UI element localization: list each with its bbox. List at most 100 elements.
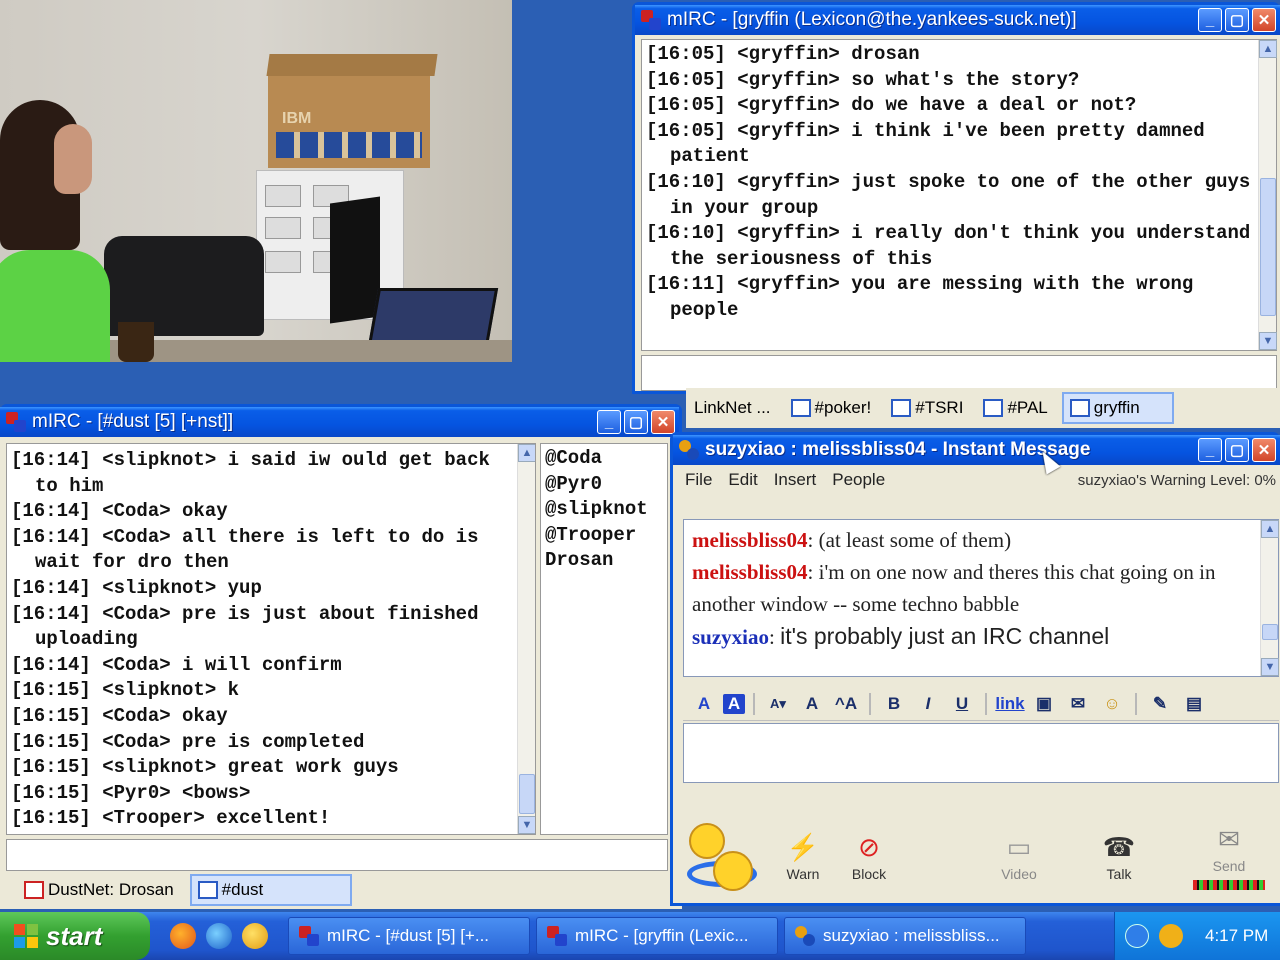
- video-button[interactable]: ▭ Video: [989, 830, 1049, 883]
- channel-icon: [197, 881, 218, 899]
- send-button[interactable]: ✉ Send: [1193, 822, 1265, 890]
- switch-dustnet[interactable]: DustNet: Drosan: [18, 874, 180, 906]
- mirc-switchbar: LinkNet ... #poker! #TSRI #PAL gryffin: [686, 388, 1280, 428]
- scroll-down-icon[interactable]: ▼: [1261, 658, 1279, 676]
- switch-pal[interactable]: #PAL: [977, 392, 1053, 424]
- title-bar[interactable]: suzyxiao : melissbliss04 - Instant Messa…: [673, 435, 1280, 465]
- menu-edit[interactable]: Edit: [728, 470, 757, 490]
- mail-icon[interactable]: ✉: [1063, 690, 1093, 718]
- smiley-icon[interactable]: ☺: [1097, 690, 1127, 718]
- nick-list[interactable]: @Coda @Pyr0 @slipknot @Trooper Drosan: [540, 443, 668, 835]
- picture-icon[interactable]: ▣: [1029, 690, 1059, 718]
- chat-line: [16:15] <slipknot> k: [11, 679, 240, 702]
- video-monitor: [330, 196, 380, 324]
- bookmark-icon[interactable]: ✎: [1145, 690, 1175, 718]
- scroll-thumb[interactable]: [519, 774, 535, 814]
- chat-line: [16:14] <Coda> okay: [11, 500, 228, 523]
- decrease-font-button[interactable]: A▾: [763, 690, 793, 718]
- chat-line: [16:05] <gryffin> do we have a deal or n…: [646, 94, 1137, 117]
- mirc-icon: [641, 10, 661, 30]
- mirc-dust-window[interactable]: mIRC - [#dust [5] [+nst]] _ ▢ ✕ [16:14] …: [0, 404, 682, 909]
- nick-item[interactable]: Drosan: [545, 548, 663, 574]
- scroll-up-icon[interactable]: ▲: [1259, 40, 1277, 58]
- maximize-button[interactable]: ▢: [1225, 8, 1249, 32]
- mirc-icon: [299, 926, 319, 946]
- close-button[interactable]: ✕: [1252, 8, 1276, 32]
- aim-tray-icon[interactable]: [1159, 924, 1183, 948]
- window-title: suzyxiao : melissbliss04 - Instant Messa…: [705, 439, 1091, 460]
- message-sender: melissbliss04: [692, 560, 808, 584]
- underline-button[interactable]: U: [947, 690, 977, 718]
- chat-line: [16:15] <Trooper> excellent!: [11, 807, 331, 830]
- nick-item[interactable]: @Pyr0: [545, 472, 663, 498]
- scroll-down-icon[interactable]: ▼: [518, 816, 535, 834]
- menu-file[interactable]: File: [685, 470, 712, 490]
- switch-tsri[interactable]: #TSRI: [885, 392, 969, 424]
- tray-collapse-icon[interactable]: [1125, 924, 1149, 948]
- scroll-up-icon[interactable]: ▲: [518, 444, 535, 462]
- minimize-button[interactable]: _: [597, 410, 621, 434]
- switch-gryffin[interactable]: gryffin: [1061, 392, 1174, 424]
- internet-explorer-icon[interactable]: [206, 923, 232, 949]
- send-envelope-icon: ✉: [1218, 823, 1240, 854]
- taskbar-item-mirc-dust[interactable]: mIRC - [#dust [5] [+...: [288, 917, 530, 955]
- action-bar: ⚡ Warn ⊘ Block ▭ Video ☎ Talk ✉ Send: [683, 813, 1279, 899]
- title-bar[interactable]: mIRC - [gryffin (Lexicon@the.yankees-suc…: [635, 5, 1280, 35]
- switch-linknet[interactable]: LinkNet ...: [688, 392, 777, 424]
- channel-icon: [983, 399, 1004, 417]
- close-button[interactable]: ✕: [651, 410, 675, 434]
- nick-item[interactable]: @Trooper: [545, 523, 663, 549]
- chat-log[interactable]: [16:14] <slipknot> i said iw ould get ba…: [6, 443, 536, 835]
- im-window[interactable]: suzyxiao : melissbliss04 - Instant Messa…: [670, 432, 1280, 906]
- italic-button[interactable]: I: [913, 690, 943, 718]
- chat-line: [16:05] <gryffin> so what's the story?: [646, 68, 1080, 91]
- firefox-icon[interactable]: [170, 923, 196, 949]
- nick-item[interactable]: @slipknot: [545, 497, 663, 523]
- chat-line: [16:15] <Coda> okay: [11, 704, 228, 727]
- chat-input[interactable]: [641, 355, 1277, 391]
- conversation-log[interactable]: melissbliss04: (at least some of them) m…: [683, 519, 1279, 677]
- message-sender: melissbliss04: [692, 528, 808, 552]
- channel-icon: [790, 399, 811, 417]
- messenger-icon[interactable]: [242, 923, 268, 949]
- title-bar[interactable]: mIRC - [#dust [5] [+nst]] _ ▢ ✕: [0, 407, 679, 437]
- window-icon[interactable]: ▤: [1179, 690, 1209, 718]
- vertical-scrollbar[interactable]: ▲ ▼: [517, 444, 535, 834]
- mirc-gryffin-window[interactable]: mIRC - [gryffin (Lexicon@the.yankees-suc…: [632, 2, 1280, 394]
- close-button[interactable]: ✕: [1252, 438, 1276, 462]
- start-button[interactable]: start: [0, 912, 150, 960]
- maximize-button[interactable]: ▢: [624, 410, 648, 434]
- vertical-scrollbar[interactable]: ▲ ▼: [1260, 520, 1279, 676]
- chat-log[interactable]: [16:05] <gryffin> drosan [16:05] <gryffi…: [641, 39, 1277, 351]
- switch-dust[interactable]: #dust: [189, 874, 352, 906]
- vertical-scrollbar[interactable]: ▲ ▼: [1258, 40, 1277, 350]
- message-compose-input[interactable]: [683, 723, 1279, 783]
- link-button[interactable]: link: [995, 690, 1025, 718]
- scroll-up-icon[interactable]: ▲: [1261, 520, 1279, 538]
- increase-font-button[interactable]: ^A: [831, 690, 861, 718]
- nick-item[interactable]: @Coda: [545, 446, 663, 472]
- switch-poker[interactable]: #poker!: [785, 392, 878, 424]
- im-running-man-icon: [795, 926, 815, 946]
- minimize-button[interactable]: _: [1198, 8, 1222, 32]
- menu-people[interactable]: People: [832, 470, 885, 490]
- taskbar-item-mirc-gryffin[interactable]: mIRC - [gryffin (Lexic...: [536, 917, 778, 955]
- minimize-button[interactable]: _: [1198, 438, 1222, 462]
- bold-button[interactable]: B: [879, 690, 909, 718]
- scroll-thumb[interactable]: [1260, 178, 1276, 316]
- background-color-button[interactable]: A: [723, 693, 745, 714]
- scroll-down-icon[interactable]: ▼: [1259, 332, 1277, 350]
- quick-launch: [170, 923, 268, 949]
- talk-button[interactable]: ☎ Talk: [1089, 830, 1149, 883]
- taskbar-item-im[interactable]: suzyxiao : melissbliss...: [784, 917, 1026, 955]
- chat-line: [16:05] <gryffin> drosan: [646, 43, 920, 65]
- block-button[interactable]: ⊘ Block: [839, 830, 899, 883]
- maximize-button[interactable]: ▢: [1225, 438, 1249, 462]
- warn-button[interactable]: ⚡ Warn: [773, 830, 833, 883]
- im-message: suzyxiao: it's probably just an IRC chan…: [692, 623, 1110, 649]
- menu-insert[interactable]: Insert: [774, 470, 817, 490]
- scroll-thumb[interactable]: [1262, 624, 1278, 640]
- chat-input[interactable]: [6, 839, 668, 871]
- text-color-button[interactable]: A: [689, 690, 719, 718]
- normal-font-button[interactable]: A: [797, 690, 827, 718]
